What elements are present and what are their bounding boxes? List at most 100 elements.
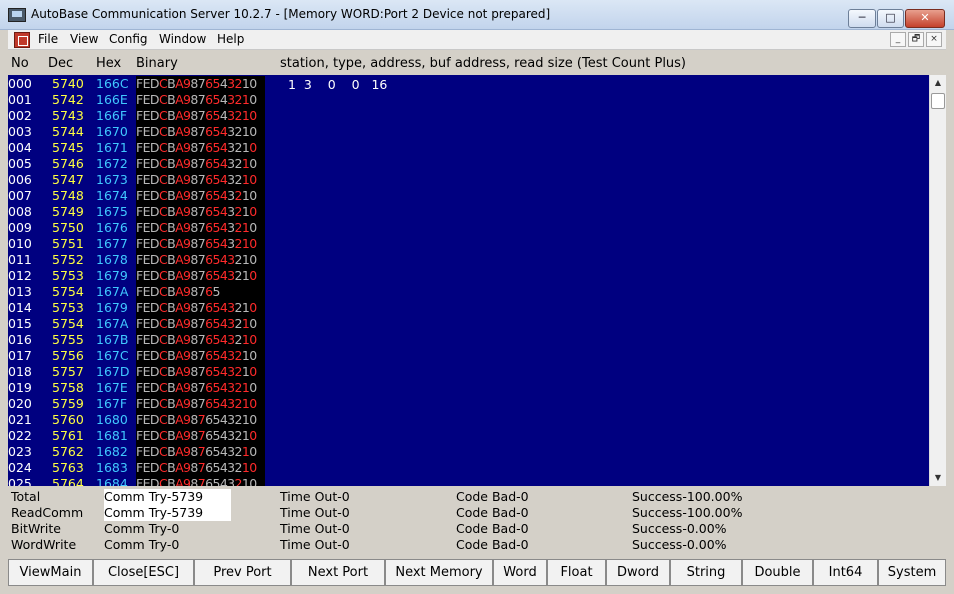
stat-timeout: Time Out-0 xyxy=(280,505,350,520)
row-dec: 5746 xyxy=(52,156,84,171)
row-no: 013 xyxy=(8,284,32,299)
row-binary: FEDCBA9876543210 xyxy=(136,204,265,220)
row-binary: FEDCBA9876543210 xyxy=(136,316,265,332)
stat-timeout: Time Out-0 xyxy=(280,489,350,504)
row-binary: FEDCBA9876543210 xyxy=(136,172,265,188)
stat-code-bad: Code Bad-0 xyxy=(456,521,529,536)
minimize-button[interactable]: ─ xyxy=(848,9,876,28)
row-binary: FEDCBA9876543210 xyxy=(136,348,265,364)
row-no: 008 xyxy=(8,204,32,219)
row-dec: 5753 xyxy=(52,300,84,315)
row-no: 015 xyxy=(8,316,32,331)
table-row: 006 5747 1673 FEDCBA9876543210 xyxy=(8,172,929,188)
col-no: No xyxy=(11,56,29,71)
col-hex: Hex xyxy=(96,56,122,71)
viewmain-button[interactable]: ViewMain xyxy=(8,559,93,586)
row-no: 023 xyxy=(8,444,32,459)
row-no: 019 xyxy=(8,380,32,395)
string-button[interactable]: String xyxy=(670,559,742,586)
menu-bar: File View Config Window Help _ 🗗 × xyxy=(8,30,946,50)
button-bar: ViewMain Close[ESC] Prev Port Next Port Next… xyxy=(8,559,946,587)
row-dec: 5748 xyxy=(52,188,84,203)
table-row: 020 5759 167F FEDCBA9876543210 xyxy=(8,396,929,412)
row-dec: 5762 xyxy=(52,444,84,459)
close-esc-button[interactable]: Close[ESC] xyxy=(93,559,194,586)
row-dec: 5742 xyxy=(52,92,84,107)
stat-code-bad: Code Bad-0 xyxy=(456,505,529,520)
table-row: 017 5756 167C FEDCBA9876543210 xyxy=(8,348,929,364)
vertical-scrollbar[interactable]: ▲ ▼ xyxy=(929,75,946,486)
row-dec: 5759 xyxy=(52,396,84,411)
table-row: 010 5751 1677 FEDCBA9876543210 xyxy=(8,236,929,252)
mdi-restore-button[interactable]: 🗗 xyxy=(908,32,924,47)
row-no: 010 xyxy=(8,236,32,251)
scroll-thumb[interactable] xyxy=(931,93,945,109)
row-dec: 5754 xyxy=(52,284,84,299)
row-hex: 167A xyxy=(96,316,129,331)
row-binary: FEDCBA9876543210 xyxy=(136,140,265,156)
col-binary: Binary xyxy=(136,56,178,71)
row-hex: 167A xyxy=(96,284,129,299)
row-dec: 5753 xyxy=(52,268,84,283)
stat-row-wordwrite: WordWrite Comm Try-0 Time Out-0 Code Bad-0 S… xyxy=(8,537,946,553)
mdi-minimize-button[interactable]: _ xyxy=(890,32,906,47)
row-no: 014 xyxy=(8,300,32,315)
row-dec: 5761 xyxy=(52,428,84,443)
next-memory-button[interactable]: Next Memory xyxy=(385,559,493,586)
menu-view[interactable]: View xyxy=(70,32,98,46)
row-dec: 5751 xyxy=(52,236,84,251)
system-button[interactable]: System xyxy=(878,559,946,586)
row-dec: 5763 xyxy=(52,460,84,475)
row-dec: 5755 xyxy=(52,332,84,347)
mdi-close-button[interactable]: × xyxy=(926,32,942,47)
maximize-button[interactable]: □ xyxy=(877,9,904,28)
row-dec: 5747 xyxy=(52,172,84,187)
row-no: 016 xyxy=(8,332,32,347)
menu-file[interactable]: File xyxy=(38,32,58,46)
menu-config[interactable]: Config xyxy=(109,32,148,46)
row-hex: 1683 xyxy=(96,460,128,475)
row-dec: 5757 xyxy=(52,364,84,379)
row-dec: 5752 xyxy=(52,252,84,267)
next-port-button[interactable]: Next Port xyxy=(291,559,385,586)
menu-window[interactable]: Window xyxy=(159,32,206,46)
stat-timeout: Time Out-0 xyxy=(280,537,350,552)
document-icon[interactable] xyxy=(14,32,30,48)
stat-label: WordWrite xyxy=(11,537,77,552)
table-row: 008 5749 1675 FEDCBA9876543210 xyxy=(8,204,929,220)
float-button[interactable]: Float xyxy=(547,559,606,586)
menu-help[interactable]: Help xyxy=(217,32,244,46)
row-binary: FEDCBA9876543210 xyxy=(136,220,265,236)
row-binary: FEDCBA9876543210 xyxy=(136,332,265,348)
table-row: 012 5753 1679 FEDCBA9876543210 xyxy=(8,268,929,284)
dword-button[interactable]: Dword xyxy=(606,559,670,586)
row-binary: FEDCBA9876543210 xyxy=(136,108,265,124)
memory-data-area[interactable]: 1 3 0 0 16 000 5740 166C FEDCBA9876543210 00… xyxy=(8,75,929,486)
int64-button[interactable]: Int64 xyxy=(813,559,878,586)
stat-success: Success-0.00% xyxy=(632,521,727,536)
row-no: 003 xyxy=(8,124,32,139)
scroll-up-icon[interactable]: ▲ xyxy=(930,75,946,91)
row-hex: 1670 xyxy=(96,124,128,139)
close-window-button[interactable]: ✕ xyxy=(905,9,945,28)
row-hex: 1682 xyxy=(96,444,128,459)
row-hex: 1679 xyxy=(96,268,128,283)
stat-code-bad: Code Bad-0 xyxy=(456,537,529,552)
row-binary: FEDCBA98765 xyxy=(136,284,265,300)
column-header: No Dec Hex Binary station, type, address… xyxy=(8,51,946,75)
double-button[interactable]: Double xyxy=(742,559,813,586)
stats-panel: Total Comm Try-5739 Time Out-0 Code Bad-0 Su… xyxy=(8,487,946,555)
table-row: 019 5758 167E FEDCBA9876543210 xyxy=(8,380,929,396)
row-no: 001 xyxy=(8,92,32,107)
row-dec: 5764 xyxy=(52,476,84,486)
row-binary: FEDCBA9876543210 xyxy=(136,396,265,412)
word-button[interactable]: Word xyxy=(493,559,547,586)
row-hex: 1681 xyxy=(96,428,128,443)
row-dec: 5758 xyxy=(52,380,84,395)
row-no: 007 xyxy=(8,188,32,203)
scroll-down-icon[interactable]: ▼ xyxy=(930,470,946,486)
prev-port-button[interactable]: Prev Port xyxy=(194,559,291,586)
table-row: 015 5754 167A FEDCBA9876543210 xyxy=(8,316,929,332)
row-no: 021 xyxy=(8,412,32,427)
table-row: 014 5753 1679 FEDCBA9876543210 xyxy=(8,300,929,316)
